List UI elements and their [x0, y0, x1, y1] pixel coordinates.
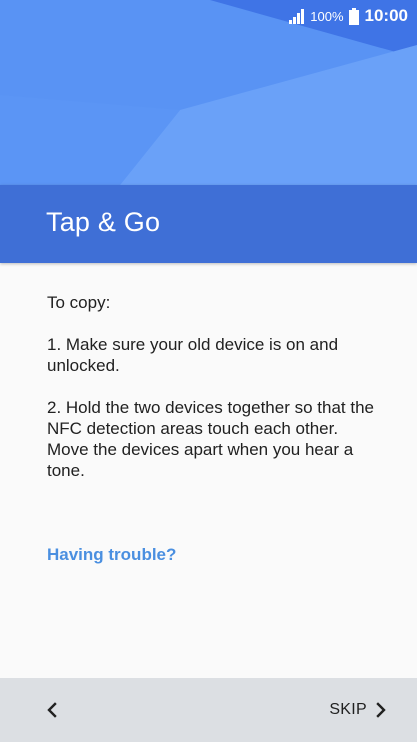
- instructions: To copy: 1. Make sure your old device is…: [47, 292, 377, 502]
- skip-label: SKIP: [329, 701, 367, 718]
- chevron-right-icon: [376, 702, 386, 718]
- chevron-left-icon: [47, 702, 57, 718]
- battery-icon: [348, 7, 359, 25]
- instruction-step-2: 2. Hold the two devices together so that…: [47, 398, 374, 480]
- battery-percent: 100%: [310, 8, 344, 24]
- skip-button[interactable]: SKIP: [329, 690, 387, 730]
- signal-icon: [289, 9, 305, 24]
- having-trouble-link[interactable]: Having trouble?: [47, 545, 176, 565]
- clock: 10:00: [364, 6, 408, 25]
- status-bar: 100% 10:00: [0, 0, 417, 32]
- title-bar: Tap & Go: [0, 185, 417, 263]
- instruction-step-1: 1. Make sure your old device is on and u…: [47, 335, 339, 375]
- back-button[interactable]: [30, 690, 74, 730]
- bottom-navigation-bar: SKIP: [0, 678, 417, 742]
- setup-screen: 100% 10:00 Tap & Go To copy: 1. Make sur…: [0, 0, 417, 742]
- page-title: Tap & Go: [46, 207, 161, 237]
- instructions-intro: To copy:: [47, 293, 111, 312]
